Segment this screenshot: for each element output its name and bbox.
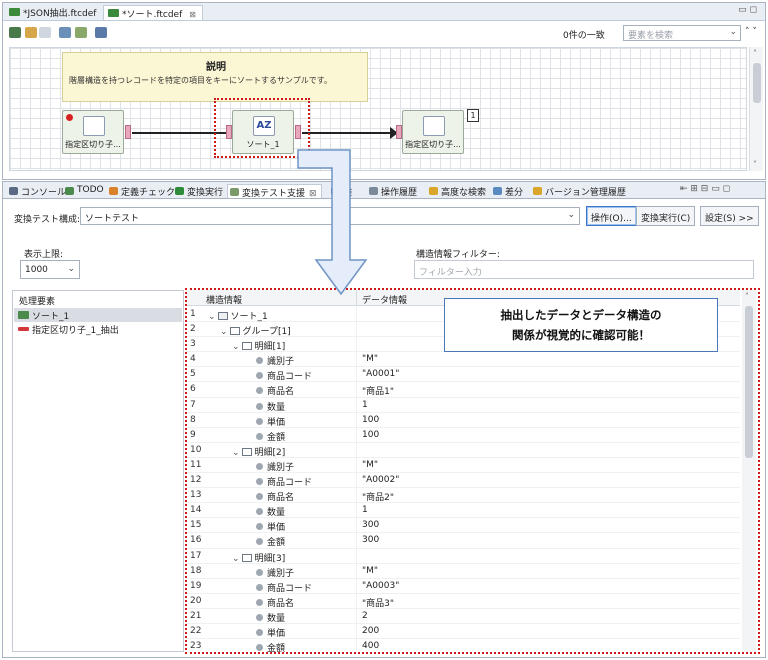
note-title: 説明: [206, 62, 226, 73]
elements-header: 処理要素: [19, 297, 56, 307]
search-nav-arrows[interactable]: ˄ ˅: [745, 27, 757, 37]
description-note[interactable]: 説明 階層構造を持つレコードを特定の項目をキーにソートするサンプルです。: [62, 52, 368, 102]
copy-icon[interactable]: [59, 27, 71, 38]
connection-line: [132, 132, 226, 134]
connection-line: [302, 132, 394, 134]
toolbar-layout-icon[interactable]: [9, 27, 21, 38]
scroll-down-icon[interactable]: ˅: [753, 160, 757, 169]
chevron-down-icon[interactable]: ⌄: [67, 264, 75, 274]
execute-button[interactable]: 変換実行(C): [636, 206, 696, 226]
paste-icon[interactable]: [75, 27, 87, 38]
gear-icon: [230, 188, 239, 196]
forward-icon[interactable]: [39, 27, 51, 38]
extract-element-icon: [18, 327, 29, 331]
tab-diff[interactable]: 差分: [491, 184, 527, 198]
structure-filter-input[interactable]: フィルター入力: [414, 260, 754, 279]
element-search-input[interactable]: 要素を検索 ⌄: [623, 25, 741, 41]
display-limit-select[interactable]: 1000 ⌄: [20, 260, 80, 279]
editor-tab-bar: *JSON抽出.ftcdef *ソート.ftcdef ⊠ ▭ ◻: [3, 3, 765, 21]
version-icon: [533, 187, 542, 195]
advanced-search-icon: [429, 187, 438, 195]
panel-controls[interactable]: ⇤ ⊞ ⊟ ▭ ◻: [680, 184, 730, 194]
run-icon: [175, 187, 184, 195]
config-label: 変換テスト構成:: [14, 215, 81, 225]
todo-icon: [65, 187, 74, 195]
delimited-output-node[interactable]: 指定区切り子... 1: [396, 109, 479, 154]
tree-highlight: [185, 288, 760, 654]
tab-todo[interactable]: TODO: [63, 184, 108, 198]
down-arrow-icon: [297, 149, 368, 296]
file-output-icon: [423, 116, 445, 136]
chevron-down-icon[interactable]: ⌄: [567, 210, 575, 220]
export-icon[interactable]: [95, 27, 107, 38]
tab-json-extract[interactable]: *JSON抽出.ftcdef: [5, 5, 102, 20]
operation-button[interactable]: 操作(O)...: [586, 206, 637, 226]
close-tab-icon[interactable]: ⊠: [189, 10, 196, 19]
output-port[interactable]: [125, 125, 131, 139]
window-controls[interactable]: ▭ ◻: [738, 5, 757, 15]
warning-icon: [109, 187, 118, 195]
processing-elements-pane: 処理要素 ソート_1 指定区切り子_1_抽出: [12, 290, 184, 652]
tab-sort[interactable]: *ソート.ftcdef ⊠: [103, 5, 203, 20]
limit-label: 表示上限:: [24, 250, 64, 260]
settings-button[interactable]: 設定(S) >>: [700, 206, 759, 226]
tab-version-history[interactable]: バージョン管理履歴: [531, 184, 630, 198]
input-port[interactable]: [396, 125, 402, 139]
delimited-input-node[interactable]: 指定区切り子...: [62, 110, 131, 154]
chevron-down-icon[interactable]: ⌄: [729, 27, 737, 37]
flow-file-icon: [108, 9, 119, 17]
tab-run[interactable]: 変換実行: [173, 184, 227, 198]
file-input-icon: [83, 116, 105, 136]
list-item[interactable]: 指定区切り子_1_抽出: [14, 322, 182, 336]
diff-icon: [493, 187, 502, 195]
tab-console[interactable]: コンソール: [7, 184, 70, 198]
tab-advanced-search[interactable]: 高度な検索: [427, 184, 490, 198]
flow-file-icon: [9, 8, 20, 16]
match-count: 0件の一致: [563, 31, 605, 41]
elements-list: ソート_1 指定区切り子_1_抽出: [14, 308, 182, 336]
sort-element-icon: [18, 311, 29, 319]
canvas-scrollbar[interactable]: ˄ ˅: [749, 47, 763, 171]
editor-toolbar: 0件の一致 要素を検索 ⌄ ˄ ˅: [3, 22, 765, 44]
console-icon: [9, 187, 18, 195]
filter-label: 構造情報フィルター:: [416, 250, 500, 260]
scroll-thumb[interactable]: [753, 63, 761, 103]
back-icon[interactable]: [25, 27, 37, 38]
note-body: 階層構造を持つレコードを特定の項目をキーにソートするサンプルです。: [69, 76, 332, 85]
tab-definition-check[interactable]: 定義チェック: [107, 184, 179, 198]
list-item[interactable]: ソート_1: [14, 308, 182, 322]
scroll-up-icon[interactable]: ˄: [753, 49, 757, 58]
count-badge: 1: [467, 109, 479, 122]
error-marker-icon: [66, 114, 73, 121]
